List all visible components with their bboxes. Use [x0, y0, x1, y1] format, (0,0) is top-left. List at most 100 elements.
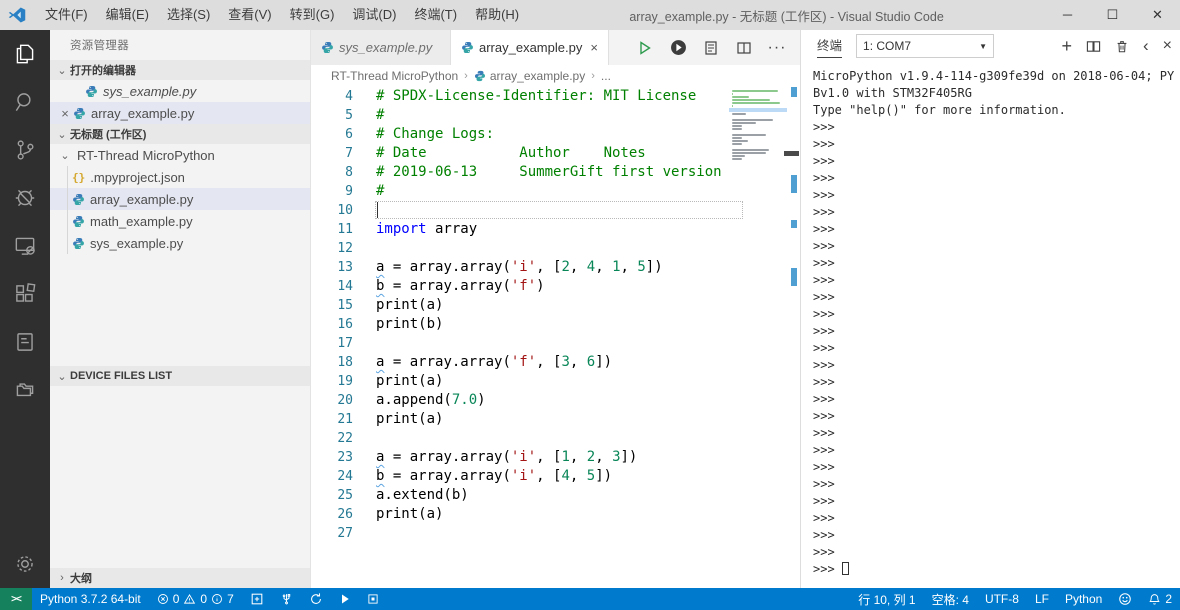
- debug-icon[interactable]: [0, 174, 50, 222]
- code-line[interactable]: 18 a = array.array('f', [3, 6]): [311, 353, 800, 372]
- search-icon[interactable]: [0, 78, 50, 126]
- code-line[interactable]: 27: [311, 524, 800, 543]
- collapse-panel-icon[interactable]: ‹: [1143, 37, 1149, 54]
- code-line[interactable]: 7 # Date Author Notes: [311, 144, 800, 163]
- code-line[interactable]: 19 print(a): [311, 372, 800, 391]
- menu-item[interactable]: 查看(V): [219, 0, 280, 30]
- open-preview-icon[interactable]: [698, 35, 724, 61]
- overview-ruler[interactable]: [784, 87, 800, 588]
- sync-download-icon[interactable]: [301, 588, 331, 610]
- tab-terminal[interactable]: 终端: [817, 35, 843, 58]
- file-item[interactable]: math_example.py: [50, 210, 310, 232]
- folder-item[interactable]: ⌄ RT-Thread MicroPython: [50, 144, 310, 166]
- file-item[interactable]: sys_example.py: [50, 232, 310, 254]
- code-line[interactable]: 22: [311, 429, 800, 448]
- section-workspace[interactable]: ⌄ 无标题 (工作区): [50, 124, 310, 144]
- new-terminal-icon[interactable]: +: [1061, 37, 1072, 55]
- terminal-prompt-line: >>>: [813, 256, 835, 270]
- language-mode[interactable]: Python: [1057, 588, 1110, 610]
- file-item[interactable]: array_example.py: [50, 188, 310, 210]
- menu-item[interactable]: 选择(S): [158, 0, 219, 30]
- maximize-button[interactable]: ☐: [1090, 0, 1135, 30]
- split-editor-icon[interactable]: [731, 35, 757, 61]
- code-line[interactable]: 24 b = array.array('i', [4, 5]): [311, 467, 800, 486]
- eol-sequence[interactable]: LF: [1027, 588, 1057, 610]
- code-line[interactable]: 10: [311, 201, 800, 220]
- code-line[interactable]: 11 import array: [311, 220, 800, 239]
- tab-sys-example[interactable]: sys_example.py: [311, 30, 451, 65]
- breadcrumb-item[interactable]: ...: [601, 69, 611, 83]
- menu-item[interactable]: 终端(T): [405, 0, 466, 30]
- stop-icon[interactable]: [359, 588, 387, 610]
- code-editor[interactable]: 4 # SPDX-License-Identifier: MIT License 5…: [311, 87, 800, 588]
- encoding[interactable]: UTF-8: [977, 588, 1027, 610]
- cursor-position[interactable]: 行 10, 列 1: [850, 588, 923, 610]
- chevron-down-icon: ⌄: [57, 370, 67, 383]
- code-line[interactable]: 17: [311, 334, 800, 353]
- code-line[interactable]: 8 # 2019-06-13 SummerGift first version: [311, 163, 800, 182]
- code-line[interactable]: 21 print(a): [311, 410, 800, 429]
- file-item[interactable]: {} .mpyproject.json: [50, 166, 310, 188]
- remote-indicator[interactable]: ><: [0, 588, 32, 610]
- breadcrumb-item[interactable]: RT-Thread MicroPython: [331, 69, 458, 83]
- indentation[interactable]: 空格: 4: [924, 588, 977, 610]
- code-line[interactable]: 23 a = array.array('i', [1, 2, 3]): [311, 448, 800, 467]
- terminal-select[interactable]: 1: COM7 ▼: [856, 34, 995, 58]
- open-editor-item[interactable]: × array_example.py: [50, 102, 310, 124]
- code-line[interactable]: 5 #: [311, 106, 800, 125]
- line-number: 8: [345, 165, 353, 180]
- code-line[interactable]: 14 b = array.array('f'): [311, 277, 800, 296]
- menu-item[interactable]: 调试(D): [343, 0, 405, 30]
- minimap[interactable]: [729, 89, 787, 164]
- open-editor-item[interactable]: sys_example.py: [50, 80, 310, 102]
- run-code-icon[interactable]: [665, 35, 691, 61]
- code-line[interactable]: 12: [311, 239, 800, 258]
- minimize-button[interactable]: ─: [1045, 0, 1090, 30]
- close-button[interactable]: ✕: [1135, 0, 1180, 30]
- more-actions-icon[interactable]: ···: [764, 35, 790, 61]
- close-icon[interactable]: ×: [590, 40, 598, 55]
- code-line[interactable]: 15 print(a): [311, 296, 800, 315]
- feedback-smiley-icon[interactable]: [1110, 588, 1140, 610]
- folders-icon[interactable]: [0, 366, 50, 414]
- code-line[interactable]: 26 print(a): [311, 505, 800, 524]
- notifications-bell[interactable]: 2: [1140, 588, 1180, 610]
- code-line[interactable]: 25 a.extend(b): [311, 486, 800, 505]
- usb-device-icon[interactable]: [272, 588, 301, 610]
- extensions-icon[interactable]: [0, 270, 50, 318]
- problems-indicator[interactable]: 0 0 7: [149, 588, 242, 610]
- run-file-icon[interactable]: [632, 35, 658, 61]
- menu-item[interactable]: 文件(F): [36, 0, 97, 30]
- close-panel-icon[interactable]: ×: [1163, 38, 1172, 54]
- menu-item[interactable]: 编辑(E): [97, 0, 158, 30]
- terminal-output[interactable]: MicroPython v1.9.4-114-g309fe39d on 2018…: [801, 62, 1180, 588]
- python-interpreter[interactable]: Python 3.7.2 64-bit: [32, 588, 149, 610]
- code-line[interactable]: 13 a = array.array('i', [2, 4, 1, 5]): [311, 258, 800, 277]
- section-open-editors[interactable]: ⌄ 打开的编辑器: [50, 60, 310, 80]
- tab-array-example[interactable]: array_example.py ×: [451, 30, 609, 65]
- kill-terminal-icon[interactable]: [1115, 39, 1129, 54]
- code-text: print(b): [376, 316, 444, 332]
- section-outline[interactable]: › 大纲: [50, 568, 310, 588]
- menu-item[interactable]: 转到(G): [281, 0, 344, 30]
- settings-gear-icon[interactable]: [0, 540, 50, 588]
- split-terminal-icon[interactable]: [1086, 39, 1101, 54]
- breadcrumb-item[interactable]: array_example.py: [490, 69, 585, 83]
- add-project-icon[interactable]: [242, 588, 272, 610]
- close-icon[interactable]: ×: [57, 106, 73, 121]
- code-line[interactable]: 9 #: [311, 182, 800, 201]
- code-text: # Change Logs:: [376, 126, 495, 142]
- notebook-icon[interactable]: [0, 318, 50, 366]
- code-line[interactable]: 16 print(b): [311, 315, 800, 334]
- section-device-files[interactable]: ⌄ DEVICE FILES LIST: [50, 366, 310, 386]
- terminal-output-line: Type "help()" for more information.: [813, 103, 1066, 117]
- run-icon[interactable]: [331, 588, 359, 610]
- breadcrumb[interactable]: RT-Thread MicroPython › array_example.py…: [311, 65, 800, 87]
- source-control-icon[interactable]: [0, 126, 50, 174]
- code-line[interactable]: 4 # SPDX-License-Identifier: MIT License: [311, 87, 800, 106]
- explorer-icon[interactable]: [0, 30, 50, 78]
- menu-item[interactable]: 帮助(H): [466, 0, 528, 30]
- remote-device-icon[interactable]: [0, 222, 50, 270]
- code-line[interactable]: 6 # Change Logs:: [311, 125, 800, 144]
- code-line[interactable]: 20 a.append(7.0): [311, 391, 800, 410]
